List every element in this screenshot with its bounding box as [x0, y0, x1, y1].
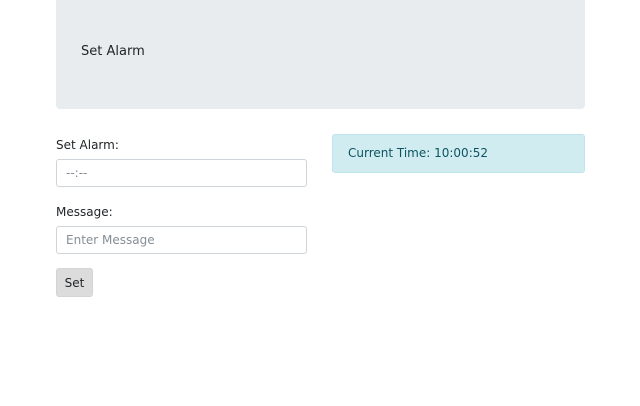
- message-label: Message:: [56, 205, 113, 219]
- header-banner: Set Alarm: [56, 0, 585, 109]
- alarm-time-label: Set Alarm:: [56, 138, 119, 152]
- alarm-time-input[interactable]: [56, 159, 307, 187]
- current-time-alert: Current Time: 10:00:52: [332, 134, 585, 173]
- page-title: Set Alarm: [81, 44, 145, 59]
- set-alarm-button[interactable]: Set: [56, 268, 93, 297]
- message-input[interactable]: [56, 226, 307, 254]
